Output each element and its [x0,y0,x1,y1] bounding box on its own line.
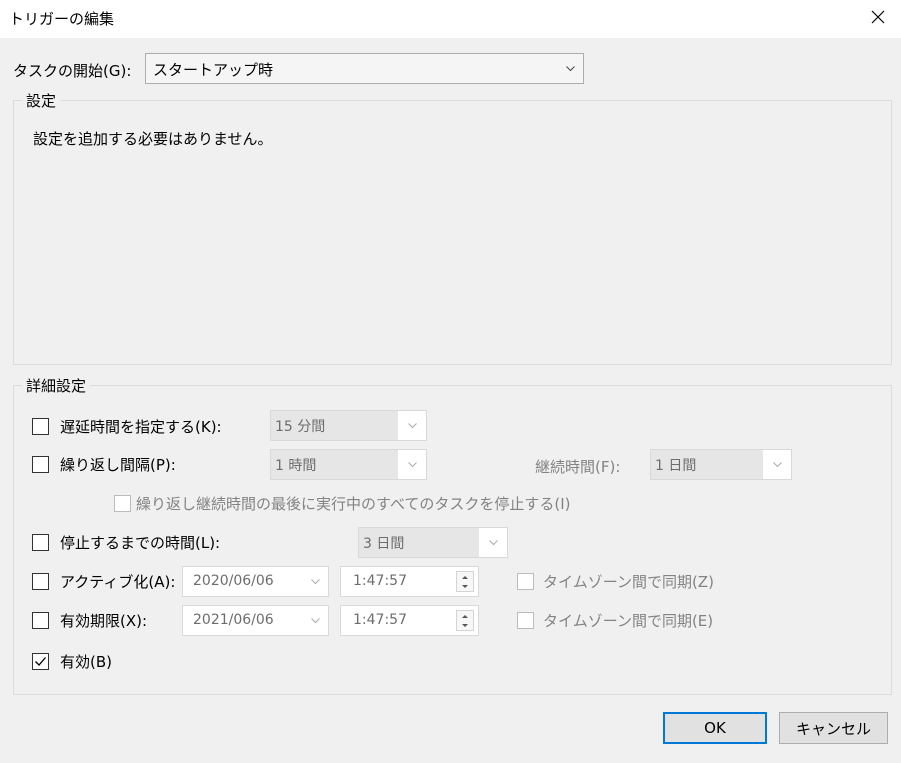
activate-checkbox[interactable] [32,573,49,590]
begin-task-value: スタートアップ時 [153,61,274,79]
spin-up-icon[interactable] [457,611,473,621]
duration-select[interactable]: 1 日間 [650,449,792,480]
expire-label: 有効期限(X): [60,612,148,630]
cancel-button[interactable]: キャンセル [779,712,888,744]
delay-value: 15 分間 [275,419,326,435]
window-title: トリガーの編集 [9,10,115,28]
close-button[interactable] [855,0,901,34]
ok-button[interactable]: OK [663,712,767,744]
chevron-down-icon [407,422,417,428]
spin-down-icon[interactable] [457,582,473,592]
spin-up-icon[interactable] [457,572,473,582]
dialog-body: タスクの開始(G): スタートアップ時 設定 設定を追加する必要はありません。 … [0,38,901,763]
delay-select[interactable]: 15 分間 [270,410,427,441]
begin-task-select[interactable]: スタートアップ時 [145,53,584,84]
repeat-value: 1 時間 [275,458,317,474]
spin-down-icon[interactable] [457,621,473,631]
stop-after-select[interactable]: 3 日間 [358,527,508,558]
activate-sync-label: タイムゾーン間で同期(Z) [543,573,714,591]
repeat-select[interactable]: 1 時間 [270,449,427,480]
expire-date-picker[interactable]: 2021/06/06 [182,605,329,636]
stop-after-checkbox[interactable] [32,534,49,551]
activate-sync-checkbox[interactable] [517,573,534,590]
expire-sync-label: タイムゾーン間で同期(E) [543,612,714,630]
expire-time-spinner[interactable]: 1:47:57 [340,605,479,636]
chevron-down-icon [311,579,320,585]
checkmark-icon [35,657,46,666]
chevron-down-icon [488,539,498,545]
delay-label: 遅延時間を指定する(K): [60,418,222,436]
expire-sync-checkbox[interactable] [517,612,534,629]
activate-date-picker[interactable]: 2020/06/06 [182,566,329,597]
title-bar: トリガーの編集 [0,0,901,38]
activate-time-spinner[interactable]: 1:47:57 [340,566,479,597]
stop-after-label: 停止するまでの時間(L): [60,534,221,552]
activate-label: アクティブ化(A): [60,573,176,591]
close-icon [871,10,885,24]
repeat-label: 繰り返し間隔(P): [60,456,176,474]
enabled-label: 有効(B) [60,653,112,671]
duration-value: 1 日間 [655,458,697,474]
expire-date: 2021/06/06 [193,612,274,628]
settings-group-title: 設定 [22,90,61,111]
chevron-down-icon [311,618,320,624]
chevron-down-icon [407,461,417,467]
stop-all-checkbox[interactable] [114,495,131,512]
activate-time: 1:47:57 [353,573,407,589]
chevron-down-icon [772,461,782,467]
expire-checkbox[interactable] [32,612,49,629]
activate-date: 2020/06/06 [193,573,274,589]
enabled-checkbox[interactable] [32,653,49,670]
advanced-settings-title: 詳細設定 [22,375,91,396]
stop-after-value: 3 日間 [363,536,405,552]
delay-checkbox[interactable] [32,418,49,435]
begin-task-label: タスクの開始(G): [13,62,132,80]
settings-message: 設定を追加する必要はありません。 [33,130,273,148]
duration-label: 継続時間(F): [535,458,621,476]
expire-time: 1:47:57 [353,612,407,628]
repeat-checkbox[interactable] [32,456,49,473]
stop-all-label: 繰り返し継続時間の最後に実行中のすべてのタスクを停止する(I) [136,495,571,513]
chevron-down-icon [566,66,575,72]
